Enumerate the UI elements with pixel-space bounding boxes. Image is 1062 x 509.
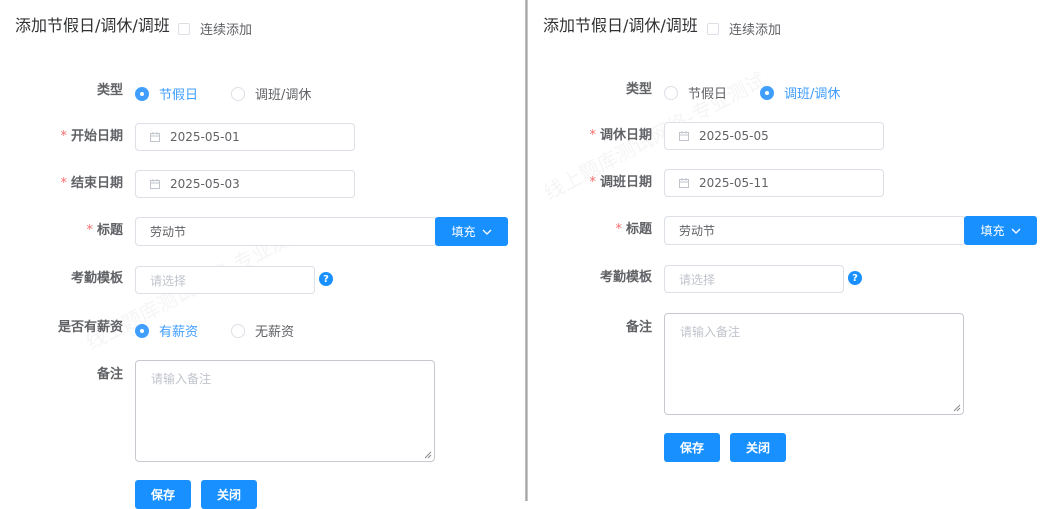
radio-shift[interactable]: 调班/调休 — [760, 83, 840, 102]
close-button[interactable]: 关闭 — [730, 433, 786, 462]
fill-dropdown-button[interactable]: 填充 — [435, 217, 508, 246]
subject-value: 劳动节 — [150, 225, 187, 239]
fill-button-label: 填充 — [451, 225, 476, 239]
remark-textarea[interactable]: 请输入备注 — [135, 360, 435, 462]
radio-circle[interactable] — [231, 86, 245, 101]
radio-circle[interactable] — [664, 85, 678, 100]
type-label: 类型 — [96, 83, 123, 98]
radio-holiday-label: 节假日 — [688, 87, 728, 102]
calendar-icon — [150, 132, 160, 142]
radio-unpaid[interactable]: 无薪资 — [231, 321, 294, 340]
radio-holiday[interactable]: 节假日 — [135, 84, 198, 103]
rest-date-value: 2025-05-05 — [699, 129, 769, 143]
radio-circle[interactable] — [135, 323, 149, 338]
template-select[interactable]: 请选择 — [664, 265, 844, 293]
template-select[interactable]: 请选择 — [135, 266, 315, 294]
subject-input[interactable]: 劳动节 — [664, 216, 966, 245]
calendar-icon — [679, 178, 689, 188]
help-icon[interactable]: ? — [319, 272, 333, 286]
remark-label: 备注 — [625, 320, 652, 335]
radio-shift-label: 调班/调休 — [784, 87, 841, 102]
rest-date-label: * 调休日期 — [589, 128, 652, 143]
work-date-label: * 调班日期 — [589, 175, 652, 190]
continuous-add-checkbox[interactable]: 连续添加 — [707, 19, 781, 38]
resize-handle-icon[interactable] — [424, 451, 432, 459]
checkbox-box[interactable] — [178, 22, 190, 35]
resize-handle-icon[interactable] — [953, 404, 961, 412]
checkbox-box[interactable] — [707, 22, 719, 35]
paid-label: 是否有薪资 — [57, 320, 123, 335]
remark-label: 备注 — [96, 367, 123, 382]
continuous-add-checkbox[interactable]: 连续添加 — [178, 19, 252, 38]
radio-circle[interactable] — [760, 85, 774, 100]
calendar-icon — [150, 179, 160, 189]
subject-label: * 标题 — [86, 223, 123, 238]
start-date-picker[interactable]: 2025-05-01 — [135, 123, 355, 151]
save-button[interactable]: 保存 — [135, 480, 191, 509]
remark-textarea[interactable]: 请输入备注 — [664, 313, 964, 415]
radio-unpaid-label: 无薪资 — [255, 325, 295, 340]
radio-shift-label: 调班/调休 — [255, 88, 312, 103]
remark-placeholder: 请输入备注 — [680, 325, 741, 339]
save-button[interactable]: 保存 — [664, 433, 720, 462]
radio-circle[interactable] — [231, 323, 245, 338]
rest-date-picker[interactable]: 2025-05-05 — [664, 122, 884, 150]
end-date-label: * 结束日期 — [60, 176, 123, 191]
template-label: 考勤模板 — [70, 271, 123, 286]
holiday-form-dialog-holiday: 线上题库测试网络-专业测试 添加节假日/调休/调班 连续添加 类型 节假日 调班… — [0, 0, 526, 509]
dialog-title: 添加节假日/调休/调班 — [15, 16, 170, 35]
fill-dropdown-button[interactable]: 填充 — [964, 216, 1037, 245]
remark-placeholder: 请输入备注 — [151, 372, 212, 386]
template-placeholder: 请选择 — [679, 272, 716, 287]
radio-paid-label: 有薪资 — [159, 325, 199, 340]
template-placeholder: 请选择 — [150, 273, 187, 288]
start-date-value: 2025-05-01 — [170, 130, 240, 144]
radio-circle[interactable] — [135, 86, 149, 101]
end-date-picker[interactable]: 2025-05-03 — [135, 170, 355, 198]
chevron-down-icon — [482, 229, 491, 235]
close-button[interactable]: 关闭 — [201, 480, 257, 509]
template-label: 考勤模板 — [599, 270, 652, 285]
continuous-add-label: 连续添加 — [200, 23, 253, 38]
holiday-form-dialog-shift: 线上题库测试网络-专业测试 添加节假日/调休/调班 连续添加 类型 节假日 调班… — [528, 0, 1062, 501]
subject-input[interactable]: 劳动节 — [135, 217, 437, 246]
start-date-label: * 开始日期 — [60, 129, 123, 144]
calendar-icon — [679, 131, 689, 141]
radio-shift[interactable]: 调班/调休 — [231, 84, 311, 103]
help-icon[interactable]: ? — [848, 271, 862, 285]
continuous-add-label: 连续添加 — [729, 23, 782, 38]
type-label: 类型 — [625, 82, 652, 97]
chevron-down-icon — [1011, 228, 1020, 234]
radio-holiday-label: 节假日 — [159, 88, 199, 103]
radio-paid[interactable]: 有薪资 — [135, 321, 198, 340]
fill-button-label: 填充 — [980, 224, 1005, 238]
radio-holiday[interactable]: 节假日 — [664, 83, 727, 102]
work-date-value: 2025-05-11 — [699, 176, 769, 190]
subject-value: 劳动节 — [679, 224, 716, 238]
dialog-title: 添加节假日/调休/调班 — [543, 16, 698, 35]
subject-label: * 标题 — [615, 222, 652, 237]
work-date-picker[interactable]: 2025-05-11 — [664, 169, 884, 197]
end-date-value: 2025-05-03 — [170, 177, 240, 191]
